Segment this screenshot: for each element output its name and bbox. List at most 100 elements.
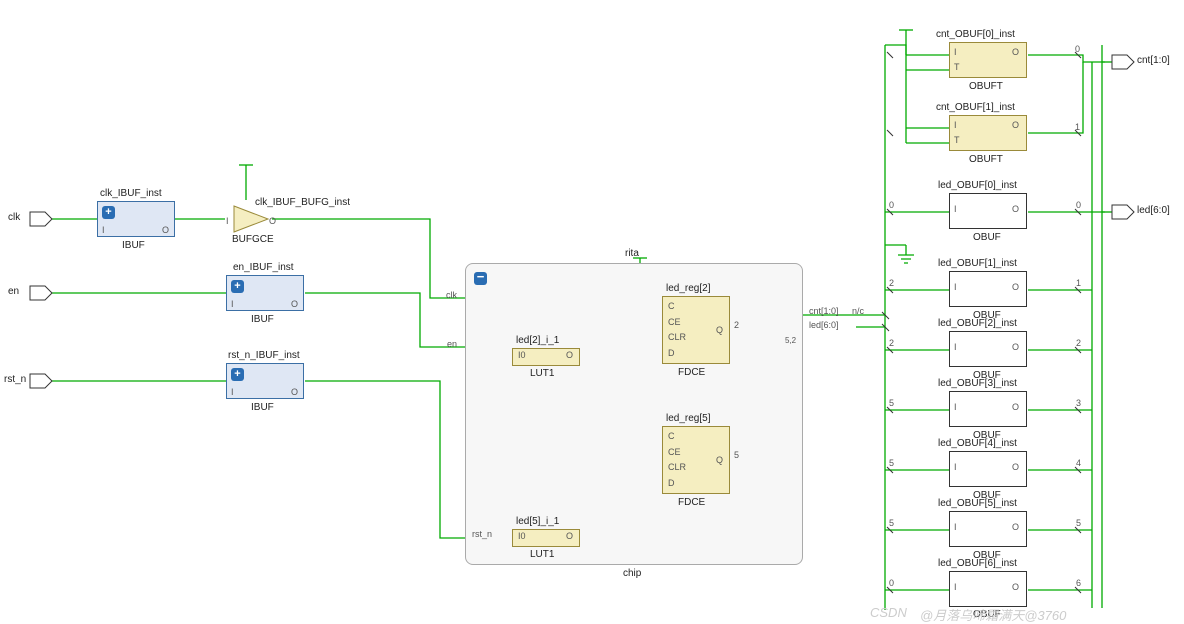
pin-o: O — [291, 387, 298, 397]
port-clk: clk — [8, 212, 20, 223]
chip-pin-led: led[6:0] — [809, 320, 839, 330]
pin-o: O — [1012, 282, 1019, 292]
pin-o: O — [1012, 402, 1019, 412]
pin-i: I — [954, 342, 957, 352]
bus4r: 4 — [1076, 458, 1081, 468]
chip-pin-rstn: rst_n — [472, 529, 492, 539]
pin-o: O — [1012, 522, 1019, 532]
pin-ce: CE — [668, 447, 681, 457]
bus5r: 5 — [1076, 518, 1081, 528]
obuf2-title: led_OBUF[2]_inst — [938, 318, 1017, 329]
obuf4-title: led_OBUF[4]_inst — [938, 438, 1017, 449]
bus1r: 1 — [1076, 278, 1081, 288]
bus1: 1 — [1075, 122, 1080, 132]
pin-i: I — [954, 204, 957, 214]
bus3r: 3 — [1076, 398, 1081, 408]
obuft0-type: OBUFT — [969, 81, 1003, 92]
watermark-left: CSDN — [870, 605, 907, 620]
obuf1-title: led_OBUF[1]_inst — [938, 258, 1017, 269]
lut1-a-type: LUT1 — [530, 368, 554, 379]
en-ibuf-title: en_IBUF_inst — [233, 262, 294, 273]
bufgce-title: clk_IBUF_BUFG_inst — [255, 197, 350, 208]
chip-title: rita — [625, 248, 639, 259]
pin-c: C — [668, 301, 675, 311]
pin-d: D — [668, 478, 675, 488]
bus0r: 0 — [1076, 200, 1081, 210]
nc-label: n/c — [852, 306, 864, 316]
pin-q: Q — [716, 325, 723, 335]
lut1-b-type: LUT1 — [530, 549, 554, 560]
pin-i: I — [954, 47, 957, 57]
bus0: 0 — [1075, 44, 1080, 54]
q5-num: 5 — [734, 450, 739, 460]
pin-i: I — [954, 462, 957, 472]
bus2r: 2 — [1076, 338, 1081, 348]
pin-o: O — [162, 225, 169, 235]
bus2l2: 2 — [889, 338, 894, 348]
pin-i: I — [954, 282, 957, 292]
rstn-ibuf-type: IBUF — [251, 402, 274, 413]
pin-i0: I0 — [518, 531, 526, 541]
obuf6-title: led_OBUF[6]_inst — [938, 558, 1017, 569]
pin-i: I — [954, 522, 957, 532]
fdce-b-type: FDCE — [678, 497, 705, 508]
obuft0-title: cnt_OBUF[0]_inst — [936, 29, 1015, 40]
bus5l3: 5 — [889, 518, 894, 528]
obuft1-type: OBUFT — [969, 154, 1003, 165]
pin-i: I — [226, 216, 229, 226]
bus0l6: 0 — [889, 578, 894, 588]
chip-pin-en: en — [447, 339, 457, 349]
pin-i: I — [102, 225, 105, 235]
bus6r: 6 — [1076, 578, 1081, 588]
chip-type: chip — [623, 568, 641, 579]
pin-i: I — [231, 299, 234, 309]
q2-num: 2 — [734, 320, 739, 330]
obuf5-title: led_OBUF[5]_inst — [938, 498, 1017, 509]
pin-ce: CE — [668, 317, 681, 327]
port-led: led[6:0] — [1137, 205, 1170, 216]
port-en: en — [8, 286, 19, 297]
chip-pin-clk: clk — [446, 290, 457, 300]
pin-o: O — [1012, 462, 1019, 472]
port-cnt: cnt[1:0] — [1137, 55, 1170, 66]
clk-ibuf-title: clk_IBUF_inst — [100, 188, 162, 199]
pin-o: O — [1012, 204, 1019, 214]
lut1-b-title: led[5]_i_1 — [516, 516, 559, 527]
pin-o: O — [1012, 582, 1019, 592]
split52: 5,2 — [785, 336, 796, 345]
watermark-right: @月落乌啼霜满天@3760 — [920, 605, 1066, 624]
obuft1-title: cnt_OBUF[1]_inst — [936, 102, 1015, 113]
pin-o: O — [1012, 120, 1019, 130]
pin-i: I — [954, 120, 957, 130]
pin-o: O — [1012, 342, 1019, 352]
collapse-icon[interactable]: − — [474, 272, 487, 285]
obuf0-type: OBUF — [973, 232, 1001, 243]
bus5l: 5 — [889, 398, 894, 408]
pin-o: O — [1012, 47, 1019, 57]
pin-q: Q — [716, 455, 723, 465]
obuf0-title: led_OBUF[0]_inst — [938, 180, 1017, 191]
pin-o: O — [566, 531, 573, 541]
pin-i: I — [954, 582, 957, 592]
pin-o: O — [291, 299, 298, 309]
pin-i: I — [954, 402, 957, 412]
lut1-a-title: led[2]_i_1 — [516, 335, 559, 346]
fdce-b-title: led_reg[5] — [666, 413, 710, 424]
pin-clr: CLR — [668, 332, 686, 342]
clk-ibuf-type: IBUF — [122, 240, 145, 251]
pin-t: T — [954, 135, 960, 145]
port-rst-n: rst_n — [4, 374, 26, 385]
pin-clr: CLR — [668, 462, 686, 472]
expand-icon[interactable]: + — [231, 280, 244, 293]
en-ibuf-type: IBUF — [251, 314, 274, 325]
fdce-a-type: FDCE — [678, 367, 705, 378]
expand-icon[interactable]: + — [102, 206, 115, 219]
obuf3-title: led_OBUF[3]_inst — [938, 378, 1017, 389]
pin-t: T — [954, 62, 960, 72]
pin-i: I — [231, 387, 234, 397]
bus0l: 0 — [889, 200, 894, 210]
pin-d: D — [668, 348, 675, 358]
expand-icon[interactable]: + — [231, 368, 244, 381]
fdce-a-title: led_reg[2] — [666, 283, 710, 294]
pin-i0: I0 — [518, 350, 526, 360]
